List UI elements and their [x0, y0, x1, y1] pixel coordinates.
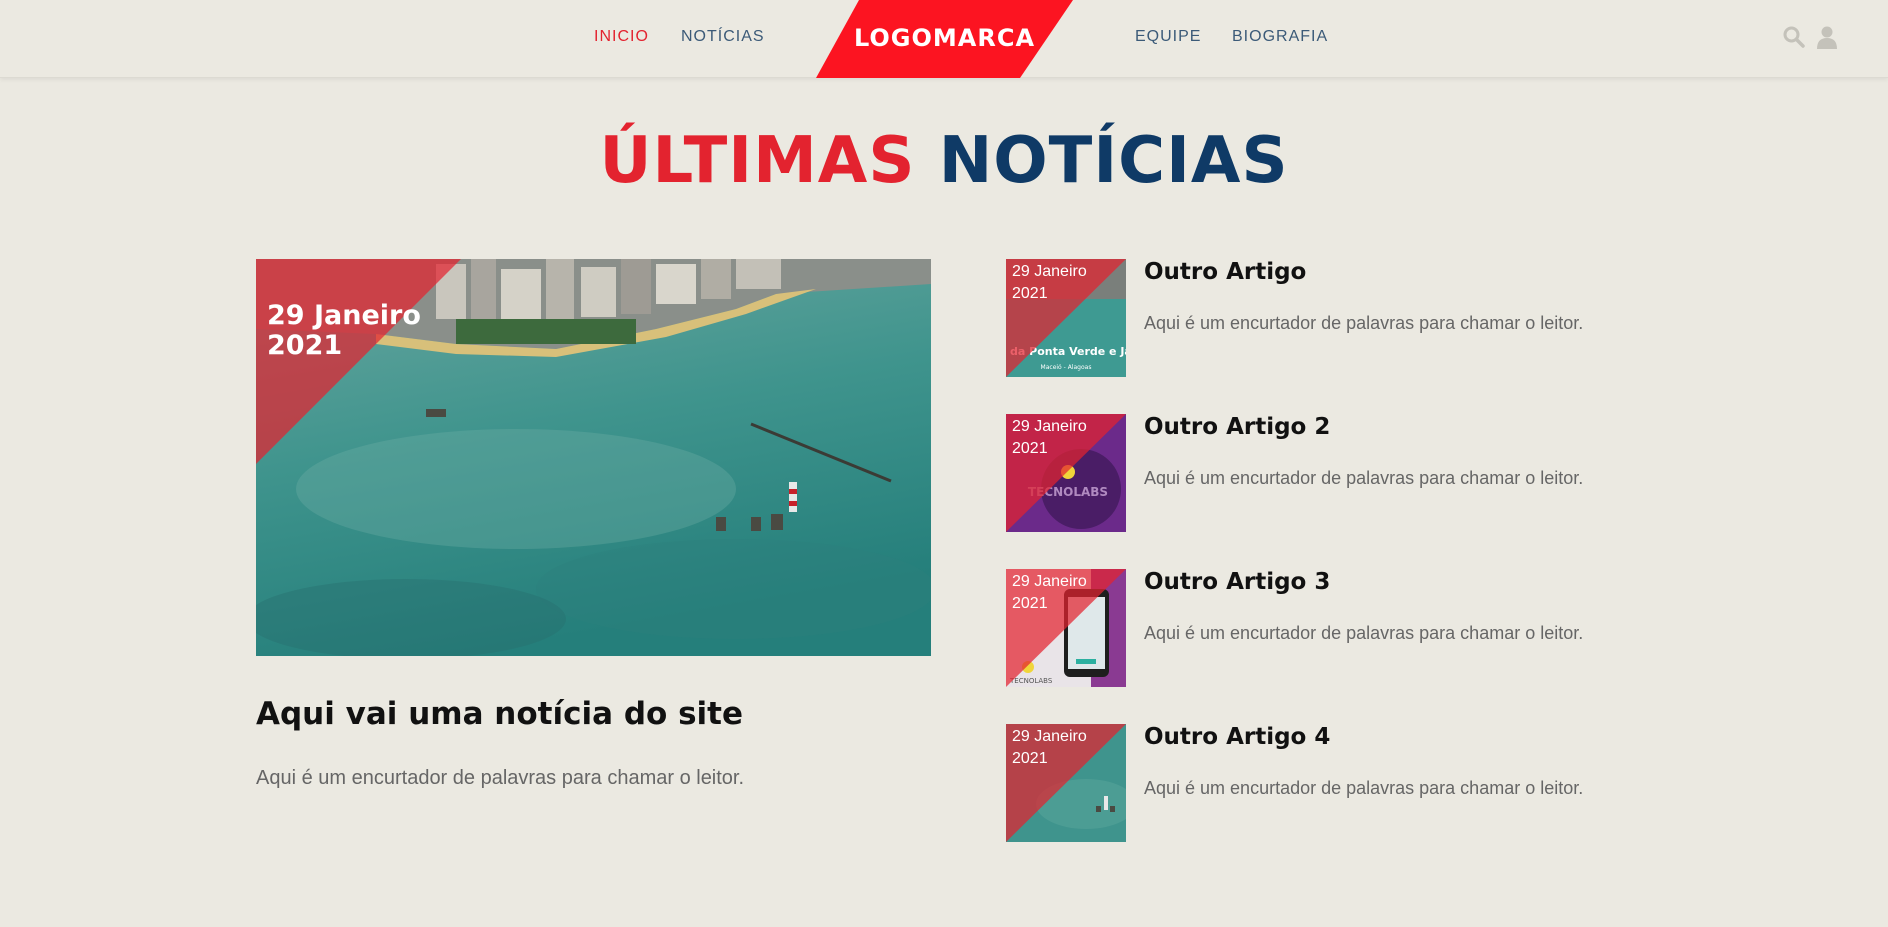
logo[interactable]: LOGOMARCA [816, 0, 1073, 78]
article-date: 29 Janeiro 2021 [1012, 571, 1087, 615]
article-excerpt: Aqui é um encurtador de palavras para ch… [1144, 313, 1584, 333]
article-date-day: 29 Janeiro [1012, 573, 1087, 590]
article-date-year: 2021 [1012, 440, 1048, 457]
section-title: ÚLTIMAS NOTÍCIAS [0, 124, 1888, 198]
article-date-year: 2021 [1012, 595, 1048, 612]
article-date: 29 Janeiro 2021 [1012, 261, 1087, 305]
article-title[interactable]: Outro Artigo 4 [1144, 724, 1330, 750]
article-date: 29 Janeiro 2021 [1012, 416, 1087, 460]
thumb-subcaption: Maceió - Alagoas [1041, 364, 1092, 371]
section-title-part1: ÚLTIMAS [599, 124, 916, 198]
article-date-year: 2021 [1012, 750, 1048, 767]
nav-equipe[interactable]: EQUIPE [1135, 28, 1201, 46]
article-item: TECNOLABS 29 Janeiro 2021 Outro Artigo 2… [1006, 414, 1666, 532]
article-item: da Ponta Verde e Ja Maceió - Alagoas 29 … [1006, 259, 1666, 377]
site-header: INICIO NOTÍCIAS LOGOMARCA EQUIPE BIOGRAF… [0, 0, 1888, 78]
nav-noticias[interactable]: NOTÍCIAS [681, 28, 765, 46]
featured-excerpt: Aqui é um encurtador de palavras para ch… [256, 767, 745, 789]
nav-biografia[interactable]: BIOGRAFIA [1232, 28, 1328, 46]
search-icon[interactable] [1782, 25, 1806, 49]
featured-date-year: 2021 [267, 330, 343, 361]
article-item: TECNOLABS 29 Janeiro 2021 Outro Artigo 3… [1006, 569, 1666, 687]
logo-text: LOGOMARCA [853, 24, 1036, 52]
user-icon[interactable] [1815, 25, 1839, 49]
article-title[interactable]: Outro Artigo 3 [1144, 569, 1330, 595]
article-date-day: 29 Janeiro [1012, 263, 1087, 280]
article-thumbnail[interactable]: TECNOLABS 29 Janeiro 2021 [1006, 569, 1126, 687]
article-thumbnail[interactable]: da Ponta Verde e Ja Maceió - Alagoas 29 … [1006, 259, 1126, 377]
article-excerpt: Aqui é um encurtador de palavras para ch… [1144, 778, 1584, 798]
article-date-year: 2021 [1012, 285, 1048, 302]
article-date-day: 29 Janeiro [1012, 418, 1087, 435]
featured-date-day: 29 Janeiro [267, 300, 421, 331]
article-title[interactable]: Outro Artigo [1144, 259, 1306, 285]
article-date: 29 Janeiro 2021 [1012, 726, 1087, 770]
thumb-caption: TECNOLABS [1009, 677, 1053, 685]
article-title[interactable]: Outro Artigo 2 [1144, 414, 1330, 440]
article-date-day: 29 Janeiro [1012, 728, 1087, 745]
article-item: 29 Janeiro 2021 Outro Artigo 4 Aqui é um… [1006, 724, 1666, 842]
section-title-part2: NOTÍCIAS [938, 124, 1289, 198]
featured-date: 29 Janeiro 2021 [267, 301, 421, 361]
featured-image[interactable]: 29 Janeiro 2021 [256, 259, 931, 656]
article-excerpt: Aqui é um encurtador de palavras para ch… [1144, 623, 1584, 643]
featured-title[interactable]: Aqui vai uma notícia do site [256, 696, 743, 732]
article-thumbnail[interactable]: 29 Janeiro 2021 [1006, 724, 1126, 842]
article-thumbnail[interactable]: TECNOLABS 29 Janeiro 2021 [1006, 414, 1126, 532]
article-excerpt: Aqui é um encurtador de palavras para ch… [1144, 468, 1584, 488]
nav-inicio[interactable]: INICIO [594, 28, 649, 46]
